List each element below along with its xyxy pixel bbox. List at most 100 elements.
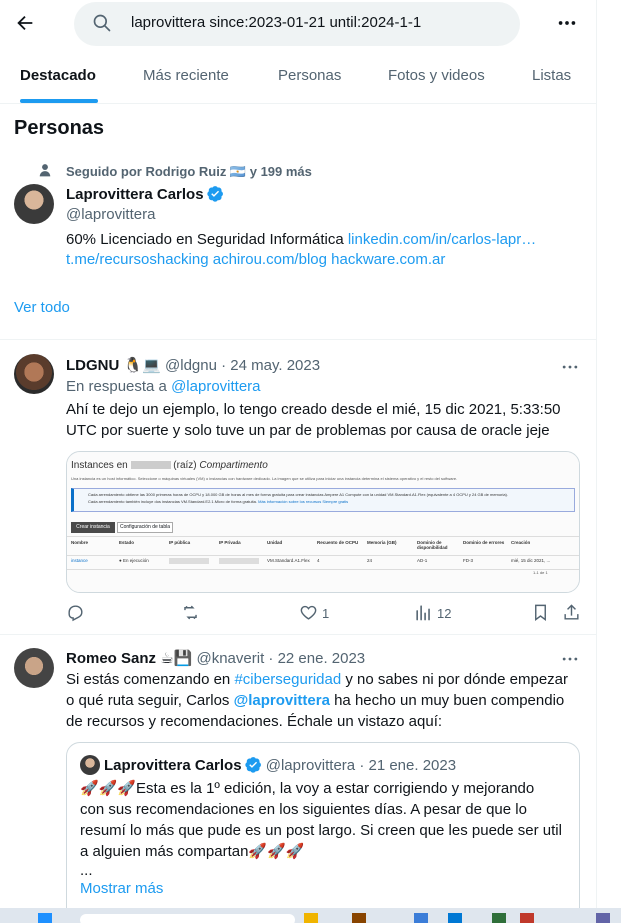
- bio-link-telegram[interactable]: t.me/recursoshacking: [66, 251, 209, 268]
- screenshot-create-button: Crear instancia: [71, 522, 115, 533]
- avatar[interactable]: [14, 648, 54, 688]
- tweet-date[interactable]: · 24 may. 2023: [221, 357, 320, 374]
- tweet-author-name[interactable]: Romeo Sanz: [66, 650, 156, 667]
- taskbar-app-icon[interactable]: [304, 913, 318, 923]
- screenshot-table-button: Configuración de tabla: [117, 522, 173, 533]
- bio-link-achirou[interactable]: achirou.com/blog: [213, 251, 327, 268]
- author-emojis: 🐧💻: [123, 357, 161, 374]
- taskbar-app-icon[interactable]: [448, 913, 462, 923]
- tab-mas-reciente[interactable]: Más reciente: [143, 67, 229, 84]
- screenshot-cell: mié, 15 dic 2021, ...: [511, 558, 551, 563]
- screenshot-info-line: Cada arrendamiento también incluye dos i…: [88, 499, 349, 504]
- bio-link-linkedin[interactable]: linkedin.com/in/carlos-lapr…: [348, 231, 536, 248]
- screenshot-cell: AD-1: [417, 558, 428, 563]
- avatar[interactable]: [14, 354, 54, 394]
- tweet-header: LDGNU 🐧💻 @ldgnu · 24 may. 2023: [66, 356, 320, 374]
- user-name[interactable]: Laprovittera Carlos: [66, 185, 224, 203]
- back-arrow-icon[interactable]: [14, 12, 36, 34]
- bookmark-icon[interactable]: [531, 603, 550, 627]
- bio-line-2: t.me/recursoshacking achirou.com/blog ha…: [66, 251, 445, 268]
- screenshot-column-header: Dominio de errores: [463, 540, 505, 545]
- screenshot-pager: 1-1 de 1: [533, 570, 548, 575]
- tweet-more-icon[interactable]: [560, 357, 580, 382]
- share-icon[interactable]: [562, 603, 581, 627]
- screenshot-table-row: instance ● En ejecución VM.Standard.A1.Fle…: [71, 558, 577, 568]
- avatar[interactable]: [14, 184, 54, 224]
- screenshot-intro: Una instancia es un host informático. Se…: [71, 476, 458, 481]
- reply-mention[interactable]: @laprovittera: [171, 378, 260, 395]
- quote-text-line: a alguien más compartan🚀🚀🚀: [80, 843, 305, 860]
- tab-listas[interactable]: Listas: [532, 67, 571, 84]
- tweet-text-line: Ahí te dejo un ejemplo, lo tengo creado …: [66, 401, 561, 418]
- person-icon: [38, 163, 52, 177]
- column-border: [596, 0, 597, 923]
- quote-text-line: ...: [80, 862, 93, 879]
- screenshot-cell: 4: [317, 558, 320, 563]
- tweet-author-handle[interactable]: @ldgnu: [165, 357, 217, 374]
- bio-link-hackware[interactable]: hackware.com.ar: [331, 251, 445, 268]
- tweet-header: Romeo Sanz ☕💾 @knaverit · 22 ene. 2023: [66, 649, 365, 667]
- screenshot-cell: [169, 558, 209, 564]
- quote-author-handle: @laprovittera: [265, 757, 356, 774]
- verified-badge-icon: [206, 186, 223, 202]
- tweet-author-name[interactable]: LDGNU: [66, 357, 119, 374]
- quote-date: · 21 ene. 2023: [359, 757, 457, 774]
- quote-text-line: resumí lo más que pude es un post largo.…: [80, 822, 562, 839]
- quote-text-line: 🚀🚀🚀Esta es la 1º edición, la voy a estar…: [80, 780, 535, 797]
- tweet-author-handle[interactable]: @knaverit: [196, 650, 264, 667]
- avatar: [80, 755, 100, 775]
- section-title-personas: Personas: [14, 117, 105, 139]
- taskbar-app-icon[interactable]: [596, 913, 610, 923]
- screenshot-title: Instances en (raíz) Compartimento: [71, 460, 268, 471]
- taskbar-app-icon[interactable]: [414, 913, 428, 923]
- bio-line-1: 60% Licenciado en Seguridad Informática …: [66, 231, 536, 248]
- taskbar-start-icon[interactable]: [38, 913, 52, 923]
- user-handle: @laprovittera: [66, 206, 156, 223]
- screenshot-cell: instance: [71, 558, 88, 563]
- quote-header: Laprovittera Carlos @laprovittera · 21 e…: [104, 756, 456, 774]
- divider: [0, 339, 596, 340]
- mention-link[interactable]: @laprovittera: [234, 692, 330, 709]
- views-icon[interactable]: [414, 603, 433, 627]
- reply-prefix: En respuesta a: [66, 378, 172, 395]
- screenshot-column-header: IP Privada: [219, 540, 241, 545]
- text-segment: o qué ruta seguir, Carlos: [66, 692, 234, 709]
- screenshot-info-box: Cada arrendamiento obtiene las 3000 prim…: [71, 488, 575, 512]
- user-name-text: Laprovittera Carlos: [66, 186, 204, 203]
- text-segment: ha hecho un muy buen compendio: [329, 692, 565, 709]
- tweet-text-line: UTC por suerte y solo tuve un par de pro…: [66, 422, 550, 439]
- retweet-icon[interactable]: [181, 603, 200, 627]
- followed-by: Seguido por Rodrigo Ruiz 🇦🇷 y 199 más: [66, 164, 312, 179]
- screenshot-cell: [219, 558, 259, 564]
- quote-text-line: con sus recomendaciones en los siguiente…: [80, 801, 527, 818]
- ver-todo-link[interactable]: Ver todo: [14, 299, 70, 316]
- screenshot-cell: FD-3: [463, 558, 473, 563]
- screenshot-column-header: Unidad: [267, 540, 283, 545]
- tweet-media-image[interactable]: Instances en (raíz) Compartimento Una in…: [66, 451, 580, 593]
- text-segment: Si estás comenzando en: [66, 671, 235, 688]
- quote-author-name: Laprovittera Carlos: [104, 757, 242, 774]
- more-icon[interactable]: [556, 12, 578, 34]
- show-more-link[interactable]: Mostrar más: [80, 880, 163, 897]
- like-count: 1: [322, 606, 330, 621]
- taskbar-app-icon[interactable]: [352, 913, 366, 923]
- reply-icon[interactable]: [66, 603, 85, 627]
- tab-fotos-videos[interactable]: Fotos y videos: [388, 67, 485, 84]
- author-emojis: ☕💾: [160, 650, 193, 667]
- tab-personas[interactable]: Personas: [278, 67, 341, 84]
- like-icon[interactable]: [299, 603, 318, 627]
- tweet-date[interactable]: · 22 ene. 2023: [268, 650, 365, 667]
- screenshot-cell: VM.Standard.A1.Flex: [267, 558, 310, 563]
- screenshot-column-header: Creación: [511, 540, 531, 545]
- taskbar-app-icon[interactable]: [492, 913, 506, 923]
- tab-destacado[interactable]: Destacado: [20, 67, 96, 84]
- divider: [0, 634, 596, 635]
- hashtag-link[interactable]: #ciberseguridad: [234, 671, 341, 688]
- tweet-text-line: o qué ruta seguir, Carlos @laprovittera …: [66, 690, 564, 711]
- screenshot-info-line: Cada arrendamiento obtiene las 3000 prim…: [88, 492, 508, 497]
- search-input[interactable]: laprovittera since:2023-01-21 until:2024…: [131, 14, 421, 31]
- divider: [0, 103, 596, 104]
- taskbar-search[interactable]: [80, 914, 295, 923]
- screenshot-column-header: Nombre: [71, 540, 89, 545]
- taskbar-app-icon[interactable]: [520, 913, 534, 923]
